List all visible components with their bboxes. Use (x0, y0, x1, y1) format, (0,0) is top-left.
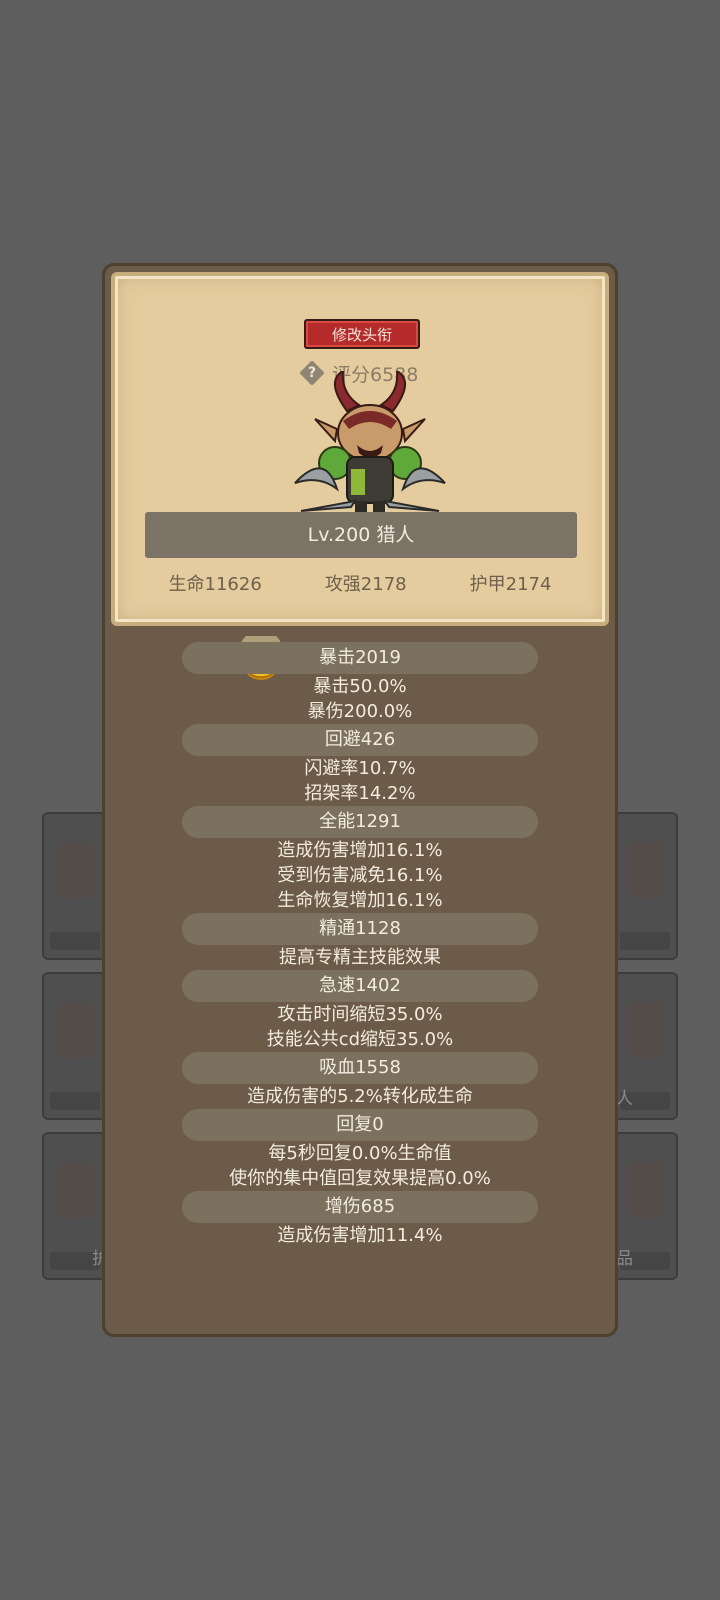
attr-line: 造成伤害增加16.1% (277, 840, 443, 861)
attr-header-lifesteal: 吸血1558 (182, 1052, 538, 1084)
attr-line: 暴击50.0% (313, 676, 407, 697)
hero-portrait (294, 371, 446, 517)
attr-line: 生命恢复增加16.1% (277, 890, 443, 911)
equip-slot-icon (628, 1162, 664, 1218)
attr-line: 攻击时间缩短35.0% (277, 1004, 443, 1025)
attribute-list: 暴击2019 暴击50.0% 暴伤200.0% 回避426 闪避率10.7% 招… (105, 642, 615, 1248)
character-stats-modal: 修改头衔 ? 评分6588 Lv.200 猎人 生命11626 攻强2178 护… (102, 263, 618, 1337)
equip-slot-icon (628, 842, 664, 898)
attr-line: 闪避率10.7% (304, 758, 416, 779)
equip-slot-icon (58, 1002, 94, 1058)
attr-header-regen: 回复0 (182, 1109, 538, 1141)
change-title-button[interactable]: 修改头衔 (304, 319, 420, 349)
attr-line: 受到伤害减免16.1% (277, 865, 443, 886)
slot-label-bar (50, 1092, 100, 1110)
attr-line: 每5秒回复0.0%生命值 (268, 1143, 452, 1164)
slot-label: 品 (616, 1249, 633, 1269)
attr-line: 使你的集中值回复效果提高0.0% (229, 1168, 491, 1189)
bg-equip-slot-right-2[interactable]: 人 (612, 972, 678, 1120)
bg-equip-slot-left-1[interactable] (42, 812, 108, 960)
level-class-banner: Lv.200 猎人 (145, 512, 577, 558)
attr-header-haste: 急速1402 (182, 970, 538, 1002)
attr-header-versatility: 全能1291 (182, 806, 538, 838)
bg-equip-slot-right-1[interactable] (612, 812, 678, 960)
slot-label: 护 (92, 1249, 109, 1269)
slot-label: 人 (616, 1089, 633, 1109)
attr-line: 造成伤害增加11.4% (277, 1225, 443, 1246)
attr-line: 提高专精主技能效果 (279, 947, 441, 968)
bg-equip-slot-left-3[interactable]: 护 (42, 1132, 109, 1280)
attr-header-damage-bonus: 增伤685 (182, 1191, 538, 1223)
bg-equip-slot-left-2[interactable] (42, 972, 108, 1120)
equip-slot-icon (628, 1002, 664, 1058)
attr-header-evasion: 回避426 (182, 724, 538, 756)
character-card: 修改头衔 ? 评分6588 Lv.200 猎人 生命11626 攻强2178 护… (111, 272, 609, 626)
attr-line: 造成伤害的5.2%转化成生命 (247, 1086, 473, 1107)
attr-line: 招架率14.2% (304, 783, 416, 804)
equip-slot-icon (58, 1162, 94, 1218)
slot-label-bar (620, 932, 670, 950)
stat-hp: 生命11626 (168, 574, 262, 595)
attr-header-mastery: 精通1128 (182, 913, 538, 945)
bg-equip-slot-right-3[interactable]: 品 (612, 1132, 678, 1280)
equip-slot-icon (58, 842, 94, 898)
attr-line: 技能公共cd缩短35.0% (266, 1029, 454, 1050)
stat-armor: 护甲2174 (469, 574, 552, 595)
stat-attack: 攻强2178 (324, 574, 407, 595)
attr-line: 暴伤200.0% (307, 701, 413, 722)
slot-label-bar (50, 932, 100, 950)
attr-header-crit: 暴击2019 (182, 642, 538, 674)
base-stats-row: 生命11626 攻强2178 护甲2174 (115, 570, 605, 600)
